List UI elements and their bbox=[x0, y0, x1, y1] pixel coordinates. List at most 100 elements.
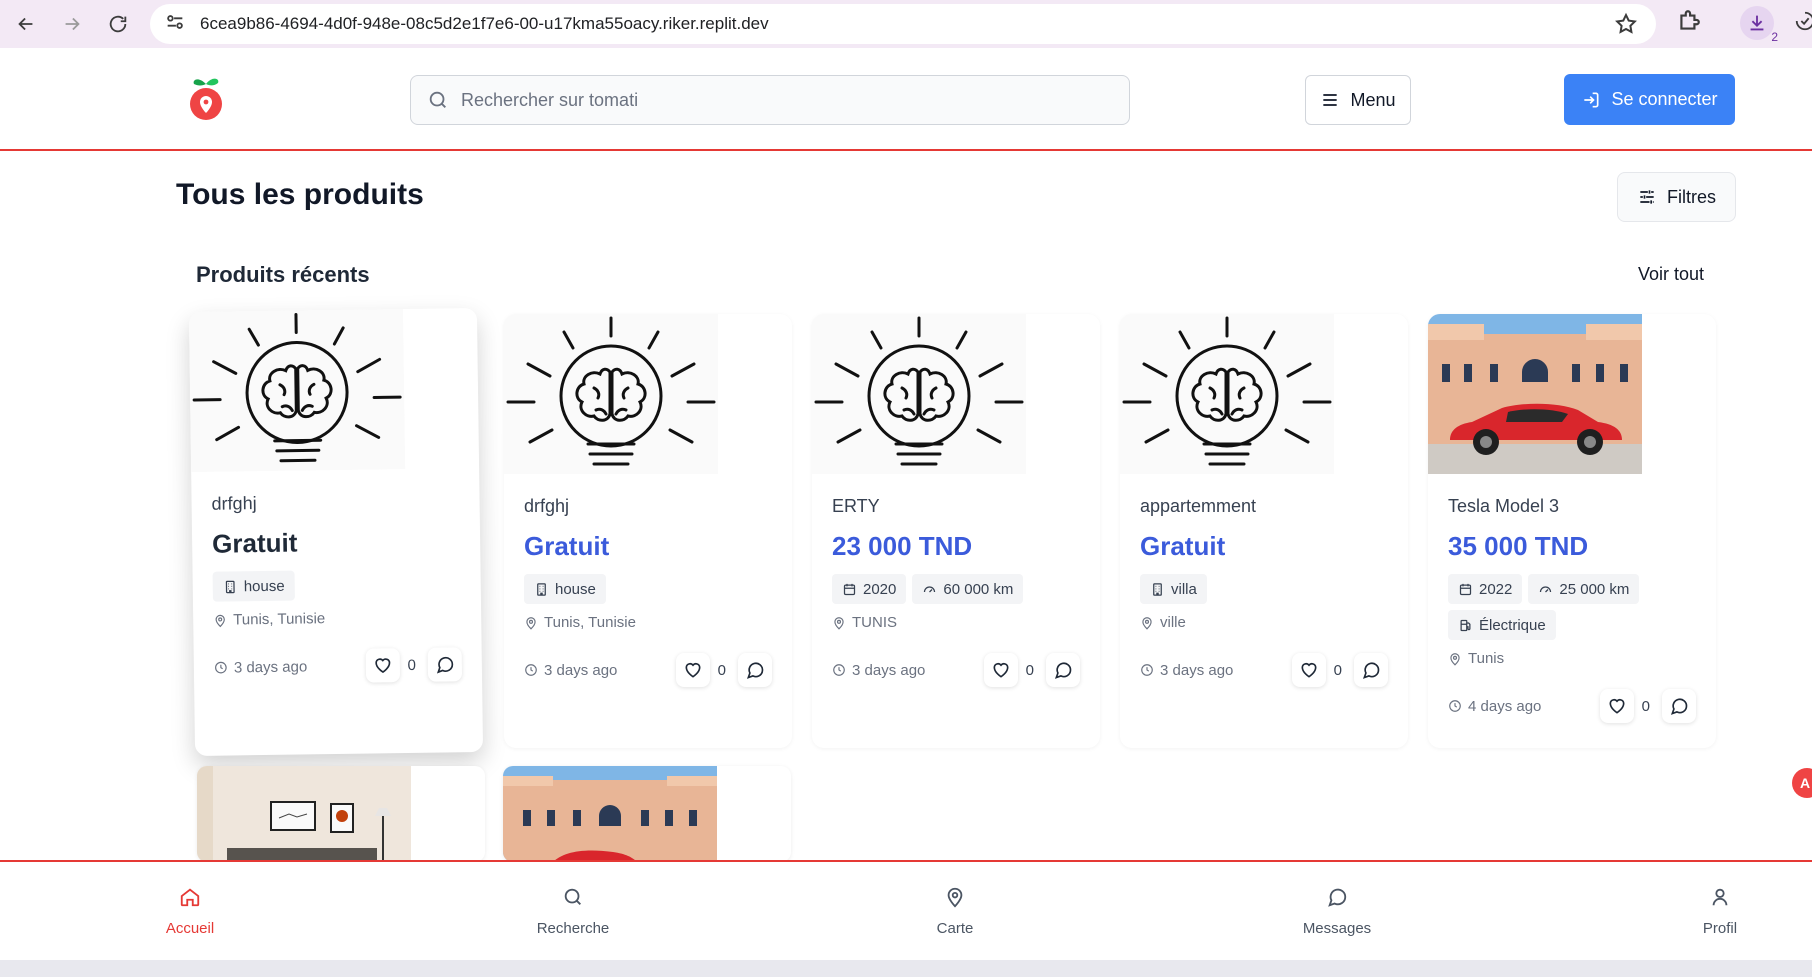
reload-button[interactable] bbox=[98, 4, 138, 44]
nav-item-profil[interactable]: Profil bbox=[1660, 886, 1780, 937]
login-button[interactable]: Se connecter bbox=[1564, 74, 1735, 125]
forward-button[interactable] bbox=[52, 4, 92, 44]
product-name[interactable]: drfghj bbox=[211, 490, 459, 514]
floating-badge[interactable]: A bbox=[1792, 768, 1812, 798]
tomati-logo[interactable] bbox=[188, 74, 224, 124]
login-label: Se connecter bbox=[1611, 89, 1718, 109]
message-button[interactable] bbox=[1046, 653, 1080, 687]
building-icon bbox=[537, 582, 546, 596]
message-button[interactable] bbox=[427, 647, 463, 682]
heart-icon bbox=[374, 658, 390, 674]
like-button[interactable] bbox=[675, 653, 710, 687]
sliders-icon bbox=[1640, 190, 1654, 204]
product-image[interactable] bbox=[1120, 314, 1334, 474]
product-chip: 2022 bbox=[1448, 574, 1523, 604]
search-input[interactable] bbox=[461, 89, 1061, 111]
product-card-partial[interactable] bbox=[197, 766, 485, 862]
assistant-icon[interactable] bbox=[1794, 10, 1812, 37]
filters-button[interactable]: Filtres bbox=[1617, 172, 1736, 222]
product-card[interactable]: ERTY 23 000 TND 2020 60 000 km TUNIS 3 days a… bbox=[812, 314, 1100, 748]
nav-item-accueil[interactable]: Accueil bbox=[130, 886, 250, 937]
map-pin-icon bbox=[947, 887, 963, 908]
message-icon bbox=[746, 662, 764, 679]
product-actions: 0 bbox=[365, 647, 463, 683]
like-button[interactable] bbox=[1291, 653, 1326, 687]
see-all-link[interactable]: Voir tout bbox=[1638, 264, 1704, 285]
product-name[interactable]: ERTY bbox=[832, 496, 1080, 517]
product-card[interactable]: drfghj Gratuit house Tunis, Tunisie 3 days a… bbox=[504, 314, 792, 748]
product-chips: house bbox=[524, 574, 772, 604]
building-icon bbox=[225, 580, 235, 593]
fuel-icon bbox=[1460, 619, 1471, 631]
product-footer: 4 days ago 0 bbox=[1448, 689, 1696, 723]
nav-label: Messages bbox=[1302, 920, 1372, 937]
filters-label: Filtres bbox=[1667, 186, 1716, 207]
downloads-count: 2 bbox=[1771, 30, 1778, 44]
product-image[interactable] bbox=[188, 309, 406, 473]
menu-label: Menu bbox=[1350, 89, 1396, 110]
search-icon bbox=[564, 888, 581, 905]
living-room-image bbox=[197, 766, 411, 862]
product-time: 3 days ago bbox=[214, 658, 307, 676]
message-icon bbox=[1054, 662, 1072, 679]
hamburger-icon bbox=[1323, 94, 1338, 106]
address-bar[interactable]: 6cea9b86-4694-4d0f-948e-08c5d2e1f7e6-00-… bbox=[150, 4, 1656, 44]
product-time: 3 days ago bbox=[832, 662, 925, 679]
product-card[interactable]: appartemment Gratuit villa ville 3 days ago 0 bbox=[1120, 314, 1408, 748]
clock-icon bbox=[1449, 700, 1461, 712]
product-time: 4 days ago bbox=[1448, 698, 1541, 715]
lightbulb-brain-image bbox=[504, 314, 718, 474]
search-icon bbox=[429, 91, 446, 108]
clock-icon bbox=[833, 664, 845, 676]
calendar-icon bbox=[843, 583, 856, 595]
product-image[interactable] bbox=[504, 314, 718, 474]
extensions-puzzle-icon[interactable] bbox=[1676, 8, 1702, 39]
url-text[interactable]: 6cea9b86-4694-4d0f-948e-08c5d2e1f7e6-00-… bbox=[200, 14, 769, 34]
back-button[interactable] bbox=[6, 4, 46, 44]
product-footer: 3 days ago 0 bbox=[832, 653, 1080, 687]
arrow-right-icon bbox=[65, 17, 80, 31]
heart-icon bbox=[1301, 662, 1317, 678]
map-pin-icon bbox=[215, 614, 225, 627]
bottom-navigation: Accueil Recherche Carte Messages Profil bbox=[0, 860, 1812, 960]
nav-item-recherche[interactable]: Recherche bbox=[513, 886, 633, 937]
site-settings-icon[interactable] bbox=[164, 11, 186, 38]
like-button[interactable] bbox=[983, 653, 1018, 687]
product-card[interactable]: drfghj Gratuit house Tunis, Tunisie 3 days a… bbox=[188, 308, 484, 756]
nav-item-messages[interactable]: Messages bbox=[1277, 886, 1397, 937]
building-icon bbox=[1153, 582, 1162, 596]
nav-item-carte[interactable]: Carte bbox=[895, 886, 1015, 937]
product-price: Gratuit bbox=[1140, 531, 1226, 561]
product-name[interactable]: appartemment bbox=[1140, 496, 1388, 517]
lightbulb-brain-image bbox=[812, 314, 1026, 474]
search-bar[interactable] bbox=[410, 75, 1130, 125]
map-pin-icon bbox=[834, 616, 844, 630]
message-button[interactable] bbox=[1662, 689, 1696, 723]
like-button[interactable] bbox=[1599, 689, 1634, 723]
product-chip: 60 000 km bbox=[912, 574, 1024, 604]
browser-toolbar: 6cea9b86-4694-4d0f-948e-08c5d2e1f7e6-00-… bbox=[0, 0, 1812, 48]
message-button[interactable] bbox=[1354, 653, 1388, 687]
product-image[interactable] bbox=[812, 314, 1026, 474]
like-count: 0 bbox=[407, 656, 416, 674]
like-count: 0 bbox=[1641, 697, 1650, 715]
product-time: 3 days ago bbox=[1140, 662, 1233, 679]
downloads-icon[interactable]: 2 bbox=[1740, 6, 1778, 44]
bookmark-star-icon[interactable] bbox=[1614, 12, 1638, 41]
product-image[interactable] bbox=[1428, 314, 1642, 474]
login-icon bbox=[1584, 92, 1599, 107]
message-button[interactable] bbox=[738, 653, 772, 687]
product-card[interactable]: Tesla Model 3 35 000 TND 2022 25 000 km Élec… bbox=[1428, 314, 1716, 748]
like-button[interactable] bbox=[365, 648, 400, 683]
product-actions: 0 bbox=[675, 653, 772, 687]
product-card-partial[interactable] bbox=[503, 766, 791, 862]
product-location: TUNIS bbox=[832, 614, 1080, 631]
clock-icon bbox=[215, 661, 227, 674]
product-name[interactable]: Tesla Model 3 bbox=[1448, 496, 1696, 517]
product-location: ville bbox=[1140, 614, 1388, 631]
menu-button[interactable]: Menu bbox=[1305, 75, 1411, 125]
map-pin-icon bbox=[526, 616, 536, 630]
product-price: Gratuit bbox=[524, 531, 610, 561]
villa-car-image bbox=[503, 766, 717, 862]
product-name[interactable]: drfghj bbox=[524, 496, 772, 517]
